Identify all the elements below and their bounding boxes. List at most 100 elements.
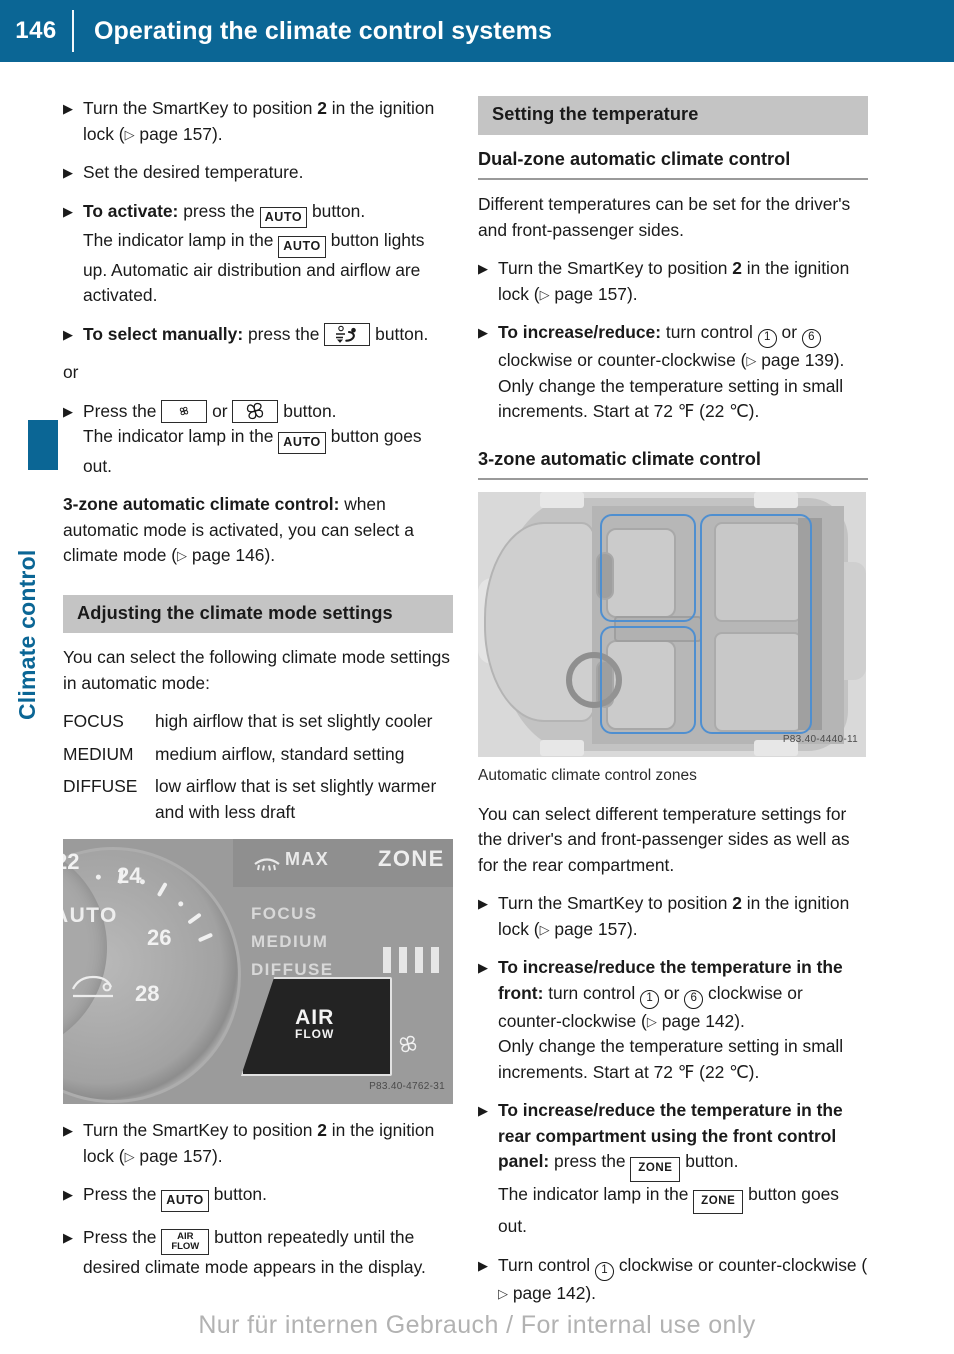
list-item-text: Turn the SmartKey to position 2 in the i… [83, 96, 453, 147]
step-text-tail: ). [585, 1282, 597, 1303]
airflow-button-text: AIR FLOW [295, 1006, 335, 1043]
note-lead-label: 3-zone automatic climate control: [63, 494, 340, 514]
step-text: Press the [83, 1184, 162, 1204]
step-text-tail: button. [680, 1151, 739, 1171]
fan-large-icon[interactable] [232, 399, 279, 423]
bullet-triangle-icon: ▶ [63, 326, 73, 342]
table-row: FOCUS high airflow that is set slightly … [63, 709, 453, 735]
page-reference-link[interactable]: page 139 [761, 350, 834, 370]
bullet-triangle-icon: ▶ [63, 165, 73, 180]
step-text: or [776, 322, 802, 342]
airflow-label-line1: AIR [295, 1006, 335, 1029]
right-column: Setting the temperature Dual-zone automa… [478, 96, 868, 1319]
bullet-triangle-icon: ▶ [478, 1257, 488, 1273]
step-text-tail: button. [370, 323, 429, 344]
step-text-tail: button. [278, 400, 337, 421]
step-text: Press the [83, 400, 162, 421]
auto-button-chip[interactable]: AUTO [259, 206, 308, 228]
page-reference-link[interactable]: page 142 [513, 1283, 586, 1303]
page-ref-arrow-icon: ▷ [124, 126, 135, 142]
list-item-text: Press the AIR FLOW button repeatedly unti… [83, 1225, 453, 1281]
step-text-prefix: Turn the SmartKey to position [498, 893, 733, 913]
page-reference-link[interactable]: page 157 [554, 919, 627, 939]
auto-label: AUTO [63, 904, 118, 927]
bullet-triangle-icon: ▶ [478, 325, 488, 340]
bullet-triangle-icon: ▶ [478, 896, 488, 911]
step-text-tail: button. [307, 200, 366, 221]
section-intro-text: You can select the following climate mod… [63, 647, 451, 693]
step-text-prefix: Turn control [498, 1254, 595, 1275]
page-number: 146 [15, 17, 57, 44]
airflow-button-highlight[interactable]: AIR FLOW [241, 977, 392, 1076]
list-item-text: Turn the SmartKey to position 2 in the i… [498, 256, 868, 307]
list-item: ▶ Press the AIR FLOW button repeatedly un… [63, 1225, 453, 1281]
page-reference-link[interactable]: page 157 [139, 124, 212, 144]
step-text: clockwise or counter-clockwise ( [498, 350, 747, 370]
zone-button-chip[interactable]: ZONE [630, 1157, 681, 1182]
air-distribution-icon[interactable] [324, 322, 371, 346]
defrost-icon [252, 850, 282, 880]
bullet-triangle-icon: ▶ [63, 203, 73, 219]
climate-zones-figure: P83.40-4440-11 Automatic climate control… [478, 492, 868, 789]
step-text-tail: ). [626, 918, 638, 939]
step-detail-text: The indicator lamp in the [83, 426, 279, 446]
page-ref-arrow-icon: ▷ [177, 548, 188, 563]
dial-number: 22 [63, 849, 80, 874]
page-reference-link[interactable]: page 146 [192, 545, 265, 565]
step-lead-label: To increase/reduce: [498, 322, 662, 342]
list-item-text: To increase/reduce the temperature in th… [498, 955, 868, 1085]
list-item: ▶ Turn the SmartKey to position 2 in the… [63, 1118, 453, 1169]
page-ref-arrow-icon: ▷ [539, 921, 550, 937]
list-item: ▶ Turn control 1 clockwise or counter-cl… [478, 1253, 868, 1307]
zone-front-passenger [600, 626, 696, 734]
page-reference-link[interactable]: page 157 [554, 284, 627, 304]
control-reference-number: 6 [684, 989, 704, 1009]
three-zone-note: 3-zone automatic climate control: when a… [63, 492, 453, 569]
list-item: ▶ Turn the SmartKey to position 2 in the… [63, 96, 453, 147]
step-text-prefix: Turn the SmartKey to position [83, 1120, 318, 1140]
ignition-position-value: 2 [732, 893, 742, 913]
list-item-text: To increase/reduce the temperature in th… [498, 1098, 868, 1240]
bullet-triangle-icon: ▶ [63, 1123, 73, 1138]
climate-control-panel-figure: 22 24 26 28 AUTO MAX ZONE FOCUS MEDIUM D… [63, 839, 453, 1104]
dial-number: 26 [147, 925, 172, 950]
control-reference-number: 6 [801, 329, 821, 348]
ignition-position-value: 2 [317, 98, 327, 118]
page-reference-link[interactable]: page 142 [662, 1011, 735, 1031]
fan-small-icon[interactable] [161, 399, 208, 423]
list-item-text: To increase/reduce: turn control 1 or 6 … [498, 320, 868, 425]
zone-label: ZONE [378, 846, 445, 871]
list-item: ▶ Turn the SmartKey to position 2 in the… [478, 256, 868, 307]
footer-watermark: Nur für internen Gebrauch / For internal… [198, 1311, 756, 1339]
header-divider [72, 10, 74, 52]
zone-rear-compartment [700, 514, 812, 734]
mode-description: low airflow that is set slightly warmer … [155, 776, 437, 822]
zone-button-chip[interactable]: ZONE [693, 1189, 744, 1214]
auto-button-chip[interactable]: AUTO [278, 236, 326, 258]
auto-button-chip[interactable]: AUTO [161, 1190, 209, 1212]
page-ref-arrow-icon: ▷ [498, 1285, 508, 1301]
airflow-button-chip[interactable]: AIR FLOW [161, 1228, 210, 1255]
list-item-text: To activate: press the AUTO button. The … [83, 199, 453, 309]
mode-description: medium airflow, standard setting [155, 743, 405, 764]
chapter-tab-label: Climate control [14, 549, 40, 720]
list-item: ▶ To activate: press the AUTO button. Th… [63, 199, 453, 309]
table-row: DIFFUSE low airflow that is set slightly… [63, 774, 453, 825]
page-ref-arrow-icon: ▷ [539, 286, 550, 302]
list-item: ▶ Press the or button. The indicator lam… [63, 399, 453, 480]
bullet-triangle-icon: ▶ [63, 101, 73, 116]
list-item-text: To select manually: press the button. [83, 322, 453, 348]
list-item-text: Turn the SmartKey to position 2 in the i… [498, 891, 868, 942]
airflow-level-bars [383, 947, 439, 973]
ignition-position-value: 2 [732, 258, 742, 278]
page-reference-link[interactable]: page 157 [139, 1146, 212, 1166]
step-text-tail: ). [626, 283, 638, 304]
list-item-text: Press the or button. The indicator lamp … [83, 399, 453, 480]
airflow-chip-line2: FLOW [171, 1240, 200, 1252]
page-header: 146 Operating the climate control system… [0, 0, 954, 62]
step-lead-label: To select manually: [83, 323, 244, 344]
auto-button-chip[interactable]: AUTO [278, 432, 326, 454]
step-text-tail: ). [833, 350, 845, 370]
list-item: ▶ To increase/reduce: turn control 1 or … [478, 320, 868, 425]
section-heading-adjusting-climate-mode: Adjusting the climate mode settings [63, 594, 453, 633]
